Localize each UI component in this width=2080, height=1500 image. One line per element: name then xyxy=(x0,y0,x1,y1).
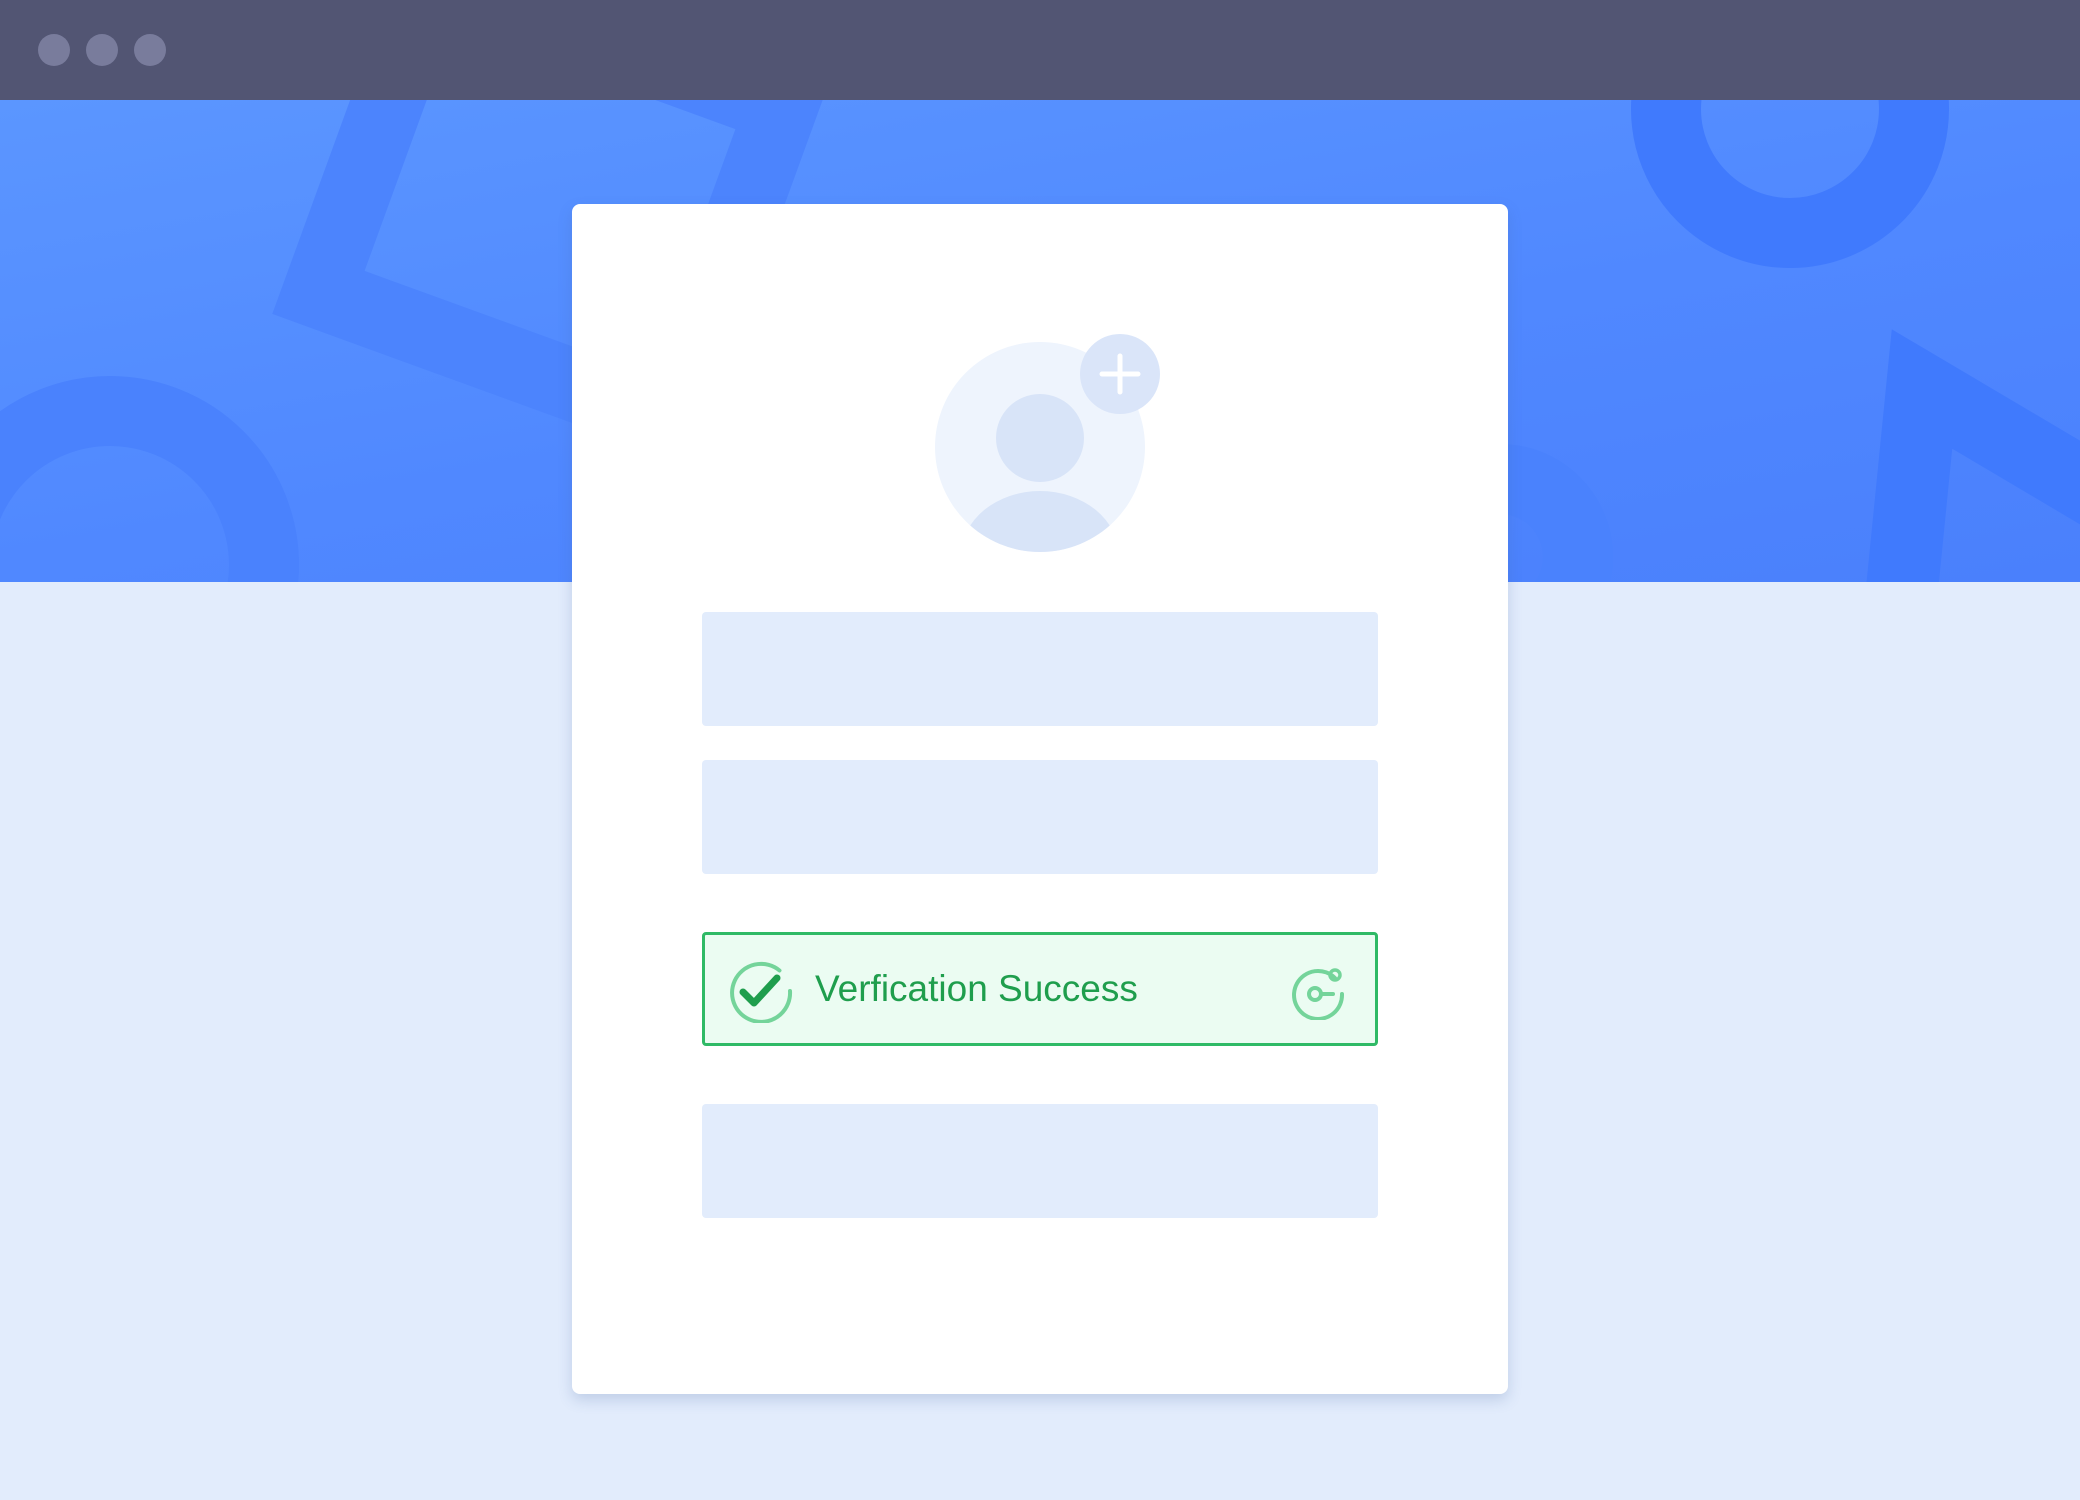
signup-card: Verfication Success xyxy=(572,204,1508,1394)
window-close-button[interactable] xyxy=(38,34,70,66)
form-field-3[interactable] xyxy=(702,1104,1378,1218)
add-photo-button[interactable] xyxy=(1080,334,1160,414)
avatar-head-shape xyxy=(996,394,1084,482)
form-field-2[interactable] xyxy=(702,760,1378,874)
window-titlebar xyxy=(0,0,2080,100)
verification-status-text: Verfication Success xyxy=(815,968,1138,1009)
plus-icon xyxy=(1099,353,1141,395)
decor-ring-left xyxy=(0,376,299,582)
verification-status[interactable]: Verfication Success xyxy=(702,932,1378,1046)
captcha-logo-icon xyxy=(1292,968,1345,1020)
avatar-body-shape xyxy=(961,491,1119,552)
form-field-1[interactable] xyxy=(702,612,1378,726)
window-minimize-button[interactable] xyxy=(86,34,118,66)
window-maximize-button[interactable] xyxy=(134,34,166,66)
decor-triangle xyxy=(1866,329,2080,582)
check-circle-icon xyxy=(730,961,793,1023)
browser-window: Verfication Success xyxy=(0,0,2080,1500)
decor-ring-top-right xyxy=(1631,100,1949,268)
